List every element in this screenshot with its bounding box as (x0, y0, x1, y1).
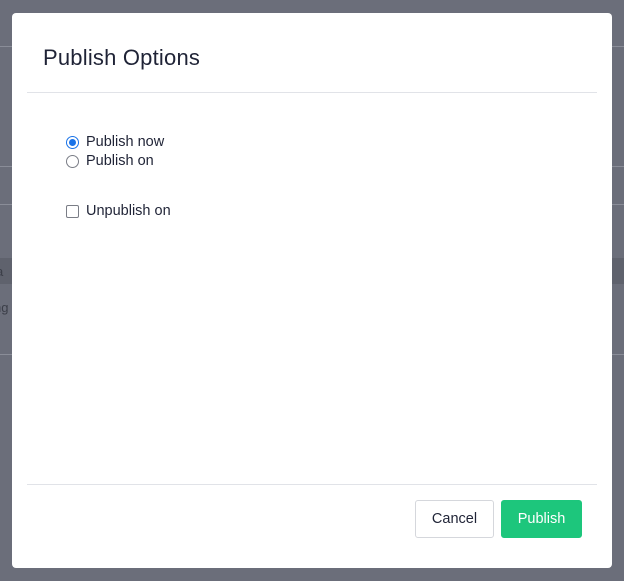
background-text-fragment: a (0, 264, 3, 279)
publish-options-dialog: Publish Options Publish now Publish on U… (12, 13, 612, 568)
unpublish-on-label: Unpublish on (86, 203, 171, 219)
background-divider (0, 166, 12, 167)
cancel-button[interactable]: Cancel (415, 500, 494, 538)
background-divider (0, 204, 12, 205)
background-divider (0, 354, 12, 355)
unpublish-on-option[interactable]: Unpublish on (66, 203, 171, 219)
publish-now-label: Publish now (86, 134, 165, 150)
publish-on-radio[interactable] (66, 154, 79, 168)
background-divider (612, 354, 624, 355)
publish-on-option[interactable]: Publish on (66, 153, 154, 169)
publish-now-option[interactable]: Publish now (66, 134, 164, 150)
footer-divider (27, 484, 597, 485)
publish-now-radio[interactable] (66, 135, 79, 149)
background-text-fragment: ng (0, 300, 9, 315)
dialog-title: Publish Options (43, 45, 201, 70)
publish-button[interactable]: Publish (501, 500, 582, 538)
unpublish-on-checkbox[interactable] (66, 204, 79, 218)
publish-on-label: Publish on (86, 153, 154, 169)
background-divider (0, 46, 12, 47)
background-divider (612, 166, 624, 167)
background-divider (612, 204, 624, 205)
background-divider (612, 46, 624, 47)
header-divider (27, 92, 597, 93)
